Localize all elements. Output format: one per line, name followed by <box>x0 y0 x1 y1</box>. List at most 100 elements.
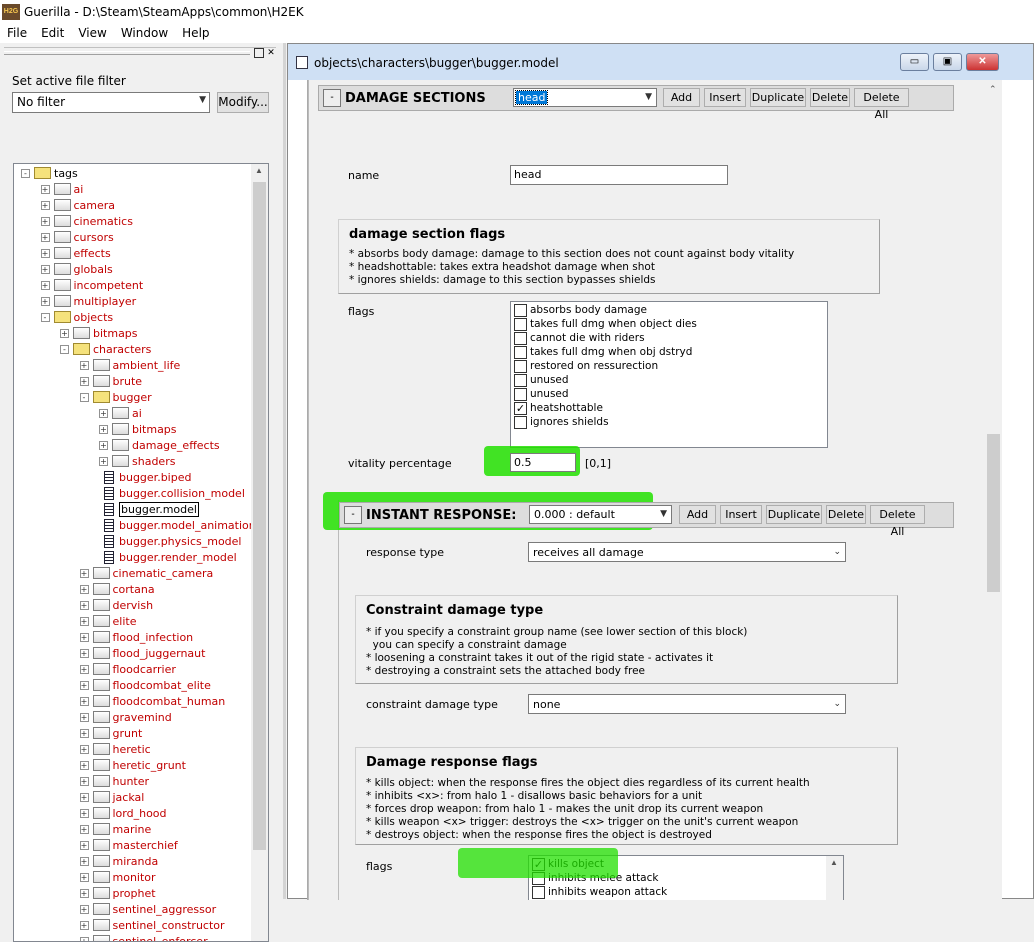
expand-icon[interactable]: + <box>80 825 89 834</box>
maximize-button[interactable]: ▣ <box>933 53 962 71</box>
constraint-damage-type-dropdown[interactable]: none ⌄ <box>528 694 846 714</box>
tree-item[interactable]: -objects <box>41 309 114 325</box>
tree-item[interactable]: +globals <box>41 261 113 277</box>
tree-item[interactable]: bugger.model <box>104 501 199 517</box>
name-field[interactable]: head <box>510 165 728 185</box>
tree-item[interactable]: +jackal <box>80 789 145 805</box>
expand-icon[interactable]: + <box>41 201 50 210</box>
scroll-up-icon[interactable]: ▲ <box>830 858 838 867</box>
flag-item[interactable]: cannot die with riders <box>514 331 645 345</box>
expand-icon[interactable]: + <box>80 633 89 642</box>
tree-item[interactable]: +sentinel_constructor <box>80 917 225 933</box>
tree-item[interactable]: +cinematic_camera <box>80 565 214 581</box>
tree-item[interactable]: +brute <box>80 373 143 389</box>
menu-view[interactable]: View <box>71 26 113 40</box>
expand-icon[interactable]: + <box>41 281 50 290</box>
checkbox-icon[interactable] <box>514 388 527 401</box>
tree-item[interactable]: +bitmaps <box>60 325 138 341</box>
tree-scrollbar[interactable]: ▲ <box>251 164 268 941</box>
collapse-instant-response-button[interactable]: - <box>344 506 362 524</box>
pane-grip[interactable]: ✕ <box>4 47 276 59</box>
flag-item[interactable]: takes full dmg when object dies <box>514 317 697 331</box>
expand-icon[interactable]: + <box>99 409 108 418</box>
damage-section-selector[interactable]: head ▼ <box>513 88 657 107</box>
tree-item[interactable]: +damage_effects <box>99 437 220 453</box>
collapse-icon[interactable]: - <box>41 313 50 322</box>
flag-item[interactable]: absorbs body damage <box>514 303 647 317</box>
checkbox-icon[interactable] <box>514 346 527 359</box>
vitality-field[interactable]: 0.5 <box>510 453 576 472</box>
tree-item[interactable]: +floodcombat_elite <box>80 677 211 693</box>
editor-scrollbar[interactable]: ⌃ <box>985 80 1002 900</box>
tree-item[interactable]: -characters <box>60 341 151 357</box>
expand-icon[interactable]: + <box>99 425 108 434</box>
expand-icon[interactable]: + <box>80 665 89 674</box>
menu-window[interactable]: Window <box>114 26 175 40</box>
close-button[interactable]: ✕ <box>966 53 999 71</box>
checkbox-icon[interactable] <box>514 318 527 331</box>
tree-item[interactable]: +floodcarrier <box>80 661 176 677</box>
ds-add-button[interactable]: Add <box>663 88 700 107</box>
flag-item[interactable]: inhibits walking <box>532 899 630 900</box>
checked-checkbox-icon[interactable]: ✓ <box>514 402 527 415</box>
expand-icon[interactable]: + <box>80 569 89 578</box>
ds-duplicate-button[interactable]: Duplicate <box>750 88 806 107</box>
checkbox-icon[interactable] <box>514 304 527 317</box>
tree-item[interactable]: +incompetent <box>41 277 144 293</box>
checkbox-icon[interactable] <box>514 360 527 373</box>
expand-icon[interactable]: + <box>80 601 89 610</box>
expand-icon[interactable]: + <box>41 217 50 226</box>
tree-item[interactable]: +flood_infection <box>80 629 194 645</box>
tree-item[interactable]: +multiplayer <box>41 293 137 309</box>
expand-icon[interactable]: + <box>99 457 108 466</box>
tree-item[interactable]: bugger.collision_model <box>104 485 245 501</box>
expand-icon[interactable]: + <box>80 921 89 930</box>
close-pane-icon[interactable]: ✕ <box>266 48 276 58</box>
expand-icon[interactable]: + <box>80 729 89 738</box>
expand-icon[interactable]: + <box>80 361 89 370</box>
tree-item[interactable]: +elite <box>80 613 137 629</box>
tree-item[interactable]: +cortana <box>80 581 155 597</box>
expand-icon[interactable]: + <box>80 761 89 770</box>
tree-item[interactable]: +sentinel_enforcer <box>80 933 208 942</box>
expand-icon[interactable]: + <box>80 585 89 594</box>
ir-delete-button[interactable]: Delete <box>826 505 866 524</box>
expand-icon[interactable]: + <box>80 777 89 786</box>
checkbox-icon[interactable] <box>514 416 527 429</box>
tree-item[interactable]: +heretic <box>80 741 151 757</box>
collapse-icon[interactable]: - <box>21 169 30 178</box>
checkbox-icon[interactable] <box>532 900 545 901</box>
tree-item[interactable]: +flood_juggernaut <box>80 645 206 661</box>
flag-item[interactable]: inhibits weapon attack <box>532 885 667 899</box>
tree-item[interactable]: +effects <box>41 245 111 261</box>
tree-item[interactable]: +cinematics <box>41 213 133 229</box>
expand-icon[interactable]: + <box>80 697 89 706</box>
ir-duplicate-button[interactable]: Duplicate <box>766 505 822 524</box>
response-type-dropdown[interactable]: receives all damage ⌄ <box>528 542 846 562</box>
checkbox-icon[interactable] <box>514 374 527 387</box>
tree-item[interactable]: +marine <box>80 821 152 837</box>
flag-item[interactable]: unused <box>514 387 569 401</box>
flag-item[interactable]: takes full dmg when obj dstryd <box>514 345 692 359</box>
expand-icon[interactable]: + <box>41 185 50 194</box>
flag-item[interactable]: unused <box>514 373 569 387</box>
tree-item[interactable]: bugger.render_model <box>104 549 237 565</box>
expand-icon[interactable]: + <box>80 905 89 914</box>
tree-item[interactable]: +bitmaps <box>99 421 177 437</box>
instant-response-selector[interactable]: 0.000 : default ▼ <box>529 505 672 524</box>
ds-delete-all-button[interactable]: Delete All <box>854 88 909 107</box>
collapse-icon[interactable]: - <box>60 345 69 354</box>
editor-scroll-thumb[interactable] <box>987 434 1000 592</box>
expand-icon[interactable]: + <box>80 793 89 802</box>
ir-insert-button[interactable]: Insert <box>720 505 762 524</box>
expand-icon[interactable]: + <box>80 841 89 850</box>
checkbox-icon[interactable] <box>514 332 527 345</box>
expand-icon[interactable]: + <box>80 617 89 626</box>
scroll-up-icon[interactable]: ▲ <box>255 166 263 175</box>
ir-delete-all-button[interactable]: Delete All <box>870 505 925 524</box>
tree-item[interactable]: +ai <box>99 405 142 421</box>
collapse-icon[interactable]: - <box>80 393 89 402</box>
tree-item[interactable]: +monitor <box>80 869 156 885</box>
expand-icon[interactable]: + <box>80 937 89 942</box>
expand-icon[interactable]: + <box>80 809 89 818</box>
